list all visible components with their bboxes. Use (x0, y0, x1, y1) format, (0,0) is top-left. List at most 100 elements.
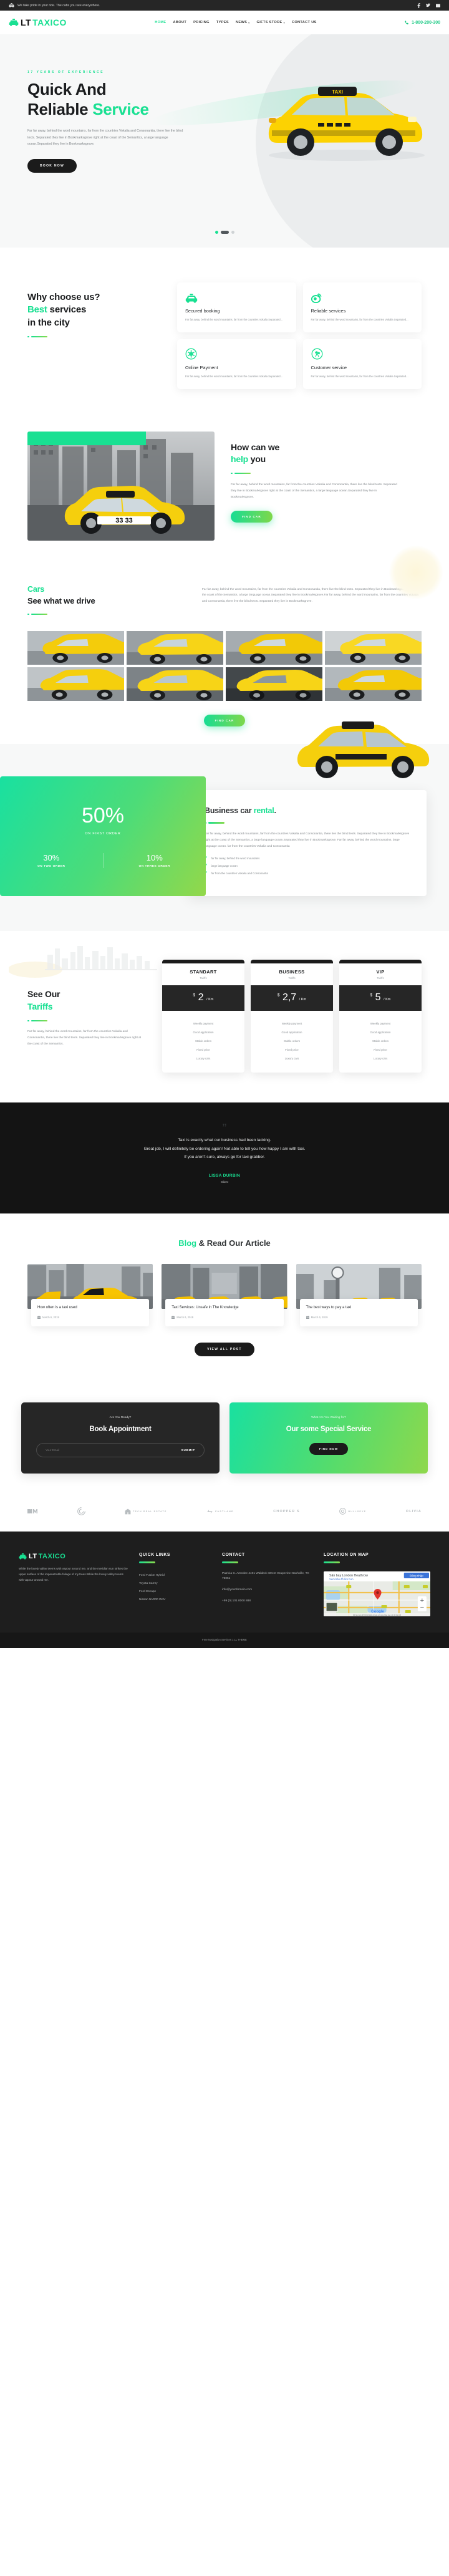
client-logo-fastlane[interactable]: FASTLANE (206, 1508, 234, 1514)
tariffs-section: See Our Tariffs Far far away, behind the… (0, 931, 449, 1102)
nav-label: NEWS (235, 21, 248, 24)
tariffs-heading-block: See Our Tariffs Far far away, behind the… (27, 960, 146, 1047)
footer-phone[interactable]: +99 (0) 101 0000 888 (222, 1599, 312, 1604)
pricing-plan-standart[interactable]: STANDART Tariffs $ 2 / Km Weekly payment… (162, 960, 244, 1073)
testimonial-role: Client (221, 1180, 228, 1184)
location-map[interactable]: Sân bay London Heathrow Xem bản đồ lớn h… (324, 1571, 430, 1616)
submit-button[interactable]: SUBMIT (175, 1445, 202, 1455)
plan-subtitle: Tariffs (377, 977, 384, 980)
chevron-down-icon: ▾ (283, 21, 285, 24)
nav-item-pricing[interactable]: PRICING (193, 21, 210, 24)
nav-item-news[interactable]: NEWS ▾ (236, 21, 250, 24)
accent-bar (234, 472, 251, 475)
nav-item-home[interactable]: HOME (155, 21, 166, 24)
client-logo-tech-real-estate[interactable]: TECH REAL ESTATE (125, 1508, 167, 1515)
footer-link-ford-fusion-hybrid[interactable]: Ford Fusion Hybrid (139, 1571, 211, 1580)
blog-post-card[interactable]: How often is a taxi used March 6, 2019 (27, 1264, 153, 1326)
header-phone[interactable]: 1-800-200-300 (405, 21, 440, 25)
calendar-icon (171, 1316, 175, 1319)
main-navigation[interactable]: HOME ABOUT PRICING TYPES NEWS ▾ GIFTS STO… (67, 21, 405, 24)
accent-dot (231, 472, 233, 475)
rental-inner: 50% ON FIRST ORDER 30% ON TWO ORDER 10% … (0, 776, 449, 897)
plan-feature-list: Weekly payment Good application Stable o… (162, 1011, 244, 1073)
feature-title: Secured booking (185, 308, 220, 314)
car-gallery-item[interactable] (127, 667, 223, 702)
feature-card-grid: Secured booking Far far away, behind the… (177, 282, 422, 389)
cars-find-car-button[interactable]: FIND CAR (203, 715, 246, 727)
accent-bar (208, 822, 224, 824)
special-service-title: Our some Special Service (286, 1425, 372, 1433)
facebook-icon[interactable] (417, 2, 420, 8)
footer-contact-title: CONTACT (222, 1553, 245, 1557)
feature-card-customer-service[interactable]: Customer service Far far away, behind th… (302, 339, 422, 389)
feature-card-online-payment[interactable]: Online Payment Far far away, behind the … (177, 339, 296, 389)
list-item: Fixed price (196, 1048, 210, 1051)
blog-post-card[interactable]: Taxi Services: Unsafe in The Knowledge M… (162, 1264, 287, 1326)
blog-title-b: & Read Our Article (196, 1238, 271, 1248)
nav-item-types[interactable]: TYPES (216, 21, 229, 24)
footer-quick-links-list[interactable]: Ford Fusion Hybrid Toyota Camry Ford Esc… (139, 1571, 211, 1604)
feature-card-reliable-services[interactable]: Reliable services Far far away, behind t… (302, 282, 422, 332)
client-name: BULLSEYE (348, 1510, 367, 1513)
car-gallery-item[interactable] (27, 667, 124, 702)
hero-title-line2b: Service (92, 99, 149, 118)
client-logo-bullseye[interactable]: BULLSEYE (339, 1508, 366, 1515)
slider-dot[interactable] (220, 231, 229, 234)
cars-heading-block: Cars See what we drive Far far away, beh… (27, 584, 422, 615)
list-item: Luxury cars (284, 1056, 299, 1060)
snowflake-icon (185, 347, 288, 360)
car-gallery-item[interactable] (127, 631, 223, 665)
client-logo-swirl[interactable] (77, 1507, 85, 1515)
pricing-plan-vip[interactable]: VIP Tariffs $ 5 / Km Weekly payment Good… (339, 960, 422, 1073)
email-icon[interactable] (436, 3, 440, 7)
help-title-line2b: you (248, 454, 266, 465)
cars-paragraph: Far far away, behind the word mountains,… (202, 587, 418, 604)
nav-item-gifts-store[interactable]: GIFTS STORE ▾ (257, 21, 285, 24)
email-field[interactable] (46, 1449, 175, 1452)
discount-promo-panel: 50% ON FIRST ORDER 30% ON TWO ORDER 10% … (0, 776, 206, 897)
footer-logo-primary: LT (29, 1553, 37, 1560)
pricing-plan-business[interactable]: BUSINESS Tariffs $ 2,7 / Km Weekly payme… (251, 960, 333, 1073)
slider-dot-active[interactable] (215, 231, 218, 234)
view-all-post-button[interactable]: VIEW ALL POST (195, 1343, 254, 1356)
hero-book-now-button[interactable]: BOOK NOW (27, 158, 77, 173)
topbar-social-links[interactable] (417, 2, 440, 8)
blog-post-card[interactable]: The best ways to pay a taxi March 6, 201… (296, 1264, 422, 1326)
slider-dot[interactable] (231, 231, 234, 234)
car-gallery-item[interactable] (325, 667, 422, 702)
nav-item-contact-us[interactable]: CONTACT US (292, 21, 317, 24)
rental-title: Business car rental. (205, 806, 410, 815)
help-find-car-button[interactable]: FIND CAR (231, 510, 273, 523)
nav-item-about[interactable]: ABOUT (173, 21, 186, 24)
rental-title-a: Business car (205, 806, 254, 816)
car-gallery-item[interactable] (226, 667, 322, 702)
client-logo-chopper-s[interactable]: CHOPPER S (273, 1510, 300, 1513)
plan-price-band: $ 5 / Km (339, 985, 422, 1011)
footer-logo[interactable]: LT TAXICO (19, 1553, 128, 1560)
nav-label: TYPES (216, 21, 229, 24)
client-name: OLIVIA (405, 1509, 422, 1513)
car-gallery-item[interactable] (325, 631, 422, 665)
footer-email[interactable]: info@yourdomain.com (222, 1588, 312, 1593)
client-logo-olivia[interactable]: OLIVIA (406, 1510, 422, 1513)
hero-title: Quick And Reliable Service (27, 80, 206, 119)
site-header: LT TAXICO HOME ABOUT PRICING TYPES NEWS ▾… (0, 11, 449, 34)
car-gallery-item[interactable] (226, 631, 322, 665)
client-logo-dmc[interactable] (27, 1508, 37, 1514)
email-subscribe-form[interactable]: SUBMIT (36, 1443, 205, 1457)
footer-link-nissan-nv200-wav[interactable]: Nissan NV200 WAV (139, 1596, 211, 1604)
business-rental-card: Business car rental. Far far away, behin… (188, 790, 427, 897)
blog-title-a: Blog (178, 1238, 197, 1248)
car-gallery-item[interactable] (27, 631, 124, 665)
footer-link-ford-escape[interactable]: Ford Escape (139, 1588, 211, 1596)
hero-slider-dots[interactable] (0, 231, 449, 234)
blog-post-meta: March 6, 2019 (37, 1316, 143, 1319)
twitter-icon[interactable] (426, 3, 430, 7)
plan-name: BUSINESS (279, 969, 305, 975)
blog-post-body: Taxi Services: Unsafe in The Knowledge M… (165, 1299, 284, 1326)
footer-link-toyota-camry[interactable]: Toyota Camry (139, 1580, 211, 1588)
feature-card-secured-booking[interactable]: Secured booking Far far away, behind the… (177, 282, 296, 332)
map-bigger-link: Xem bản đồ lớn hơn (329, 1578, 354, 1581)
site-logo[interactable]: LT TAXICO (9, 17, 67, 27)
find-now-button[interactable]: FIND NOW (309, 1443, 349, 1455)
